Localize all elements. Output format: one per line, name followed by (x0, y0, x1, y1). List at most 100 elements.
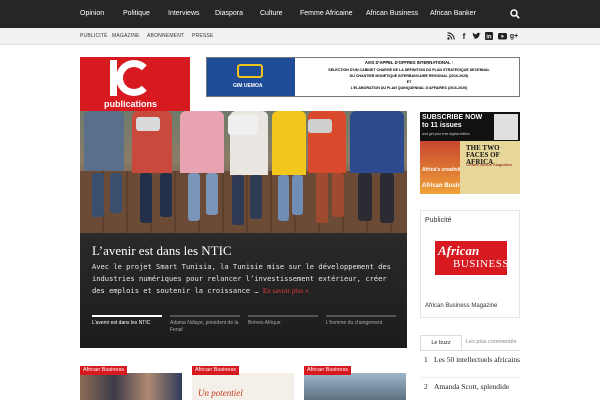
hero-photo-leg (160, 173, 172, 217)
category-tag[interactable]: African Business (304, 366, 351, 375)
ad-line-2: SELECTION D'UN CABINET CHARGE DE LA DEFI… (328, 68, 490, 72)
ad-line-4: ET (406, 80, 412, 84)
logo-text-top: African (438, 243, 480, 258)
hero-photo-person (272, 111, 306, 175)
buzz-item[interactable]: 2 Amanda Scott, splendide (420, 382, 520, 392)
subscribe-device-image (494, 114, 518, 140)
magazine-cover-1: Africa's creativity African Business (420, 141, 471, 194)
buzz-item-title[interactable]: Les 50 intellectuels africains (434, 355, 520, 364)
nav-item-diaspora[interactable]: Diaspora (215, 0, 243, 28)
nav-item-opinion[interactable]: Opinion (80, 0, 104, 28)
subnav-item-publicite[interactable]: Publicité (80, 28, 108, 45)
subnav-item-abonnement[interactable]: Abonnement (147, 28, 184, 45)
tab-divider (420, 350, 520, 351)
hero-tab-1[interactable]: L’avenir est dans les NTIC (92, 315, 162, 345)
african-business-logo[interactable]: African BUSINESS (435, 241, 509, 275)
hero-photo-leg (380, 173, 394, 223)
hero-photo-leg (140, 173, 152, 223)
hero-photo-tablet (308, 119, 332, 133)
tender-ad-banner[interactable]: GIM UEMOA AVIS D'APPEL D'OFFRES INTERNAT… (206, 57, 520, 97)
ic-publications-logo[interactable]: publications (80, 57, 190, 112)
nav-item-interviews[interactable]: Interviews (168, 0, 200, 28)
nav-item-politique[interactable]: Politique (123, 0, 150, 28)
svg-text:in: in (486, 35, 492, 40)
magazine-cover-text: Africa's creativity (422, 167, 464, 173)
ad-line-1: AVIS D'APPEL D'OFFRES INTERNATIONAL : (364, 60, 454, 65)
read-more-link[interactable]: En savoir plus » (263, 287, 309, 295)
buzz-widget: Le buzz Les plus commentés 1 Les 50 inte… (420, 335, 520, 400)
top-nav: Opinion Politique Interviews Diaspora Cu… (0, 0, 600, 28)
buzz-item[interactable]: 1 Les 50 intellectuels africains (420, 355, 520, 375)
hero-photo-leg (188, 173, 200, 221)
nav-item-african-business[interactable]: African Business (366, 0, 418, 28)
article-card-image[interactable] (304, 373, 406, 400)
hero-tab-3[interactable]: Brèves Afrique (248, 315, 318, 345)
logo-ring-shape (116, 60, 152, 96)
hero-tab-2[interactable]: Adama Ndiaye, président de la Fenaf (170, 315, 240, 345)
article-card-2[interactable]: Un potentiel African Business (192, 366, 294, 400)
publicite-label: Publicité (425, 217, 452, 224)
hero-photo-leg (232, 175, 244, 225)
facebook-icon[interactable]: f (459, 31, 469, 41)
nav-item-african-banker[interactable]: African Banker (430, 0, 476, 28)
nav-item-culture[interactable]: Culture (260, 0, 283, 28)
hero-photo-leg (206, 173, 218, 215)
hero-tabs: L’avenir est dans les NTIC Adama Ndiaye,… (92, 315, 398, 345)
category-tag[interactable]: African Business (192, 366, 239, 375)
list-divider (420, 377, 520, 378)
search-icon[interactable] (510, 9, 520, 19)
hero-tab-label: L’avenir est dans les NTIC (92, 320, 151, 326)
hero-title[interactable]: L’avenir est dans les NTIC (92, 243, 232, 259)
hero-photo-person (350, 111, 404, 173)
hero-photo[interactable] (80, 111, 407, 233)
subnav-item-magazine[interactable]: Magazine (112, 28, 140, 45)
hero-tab-4[interactable]: L’homme du changement (326, 315, 396, 345)
hero-photo-tablet (228, 115, 258, 135)
hero-photo-person (180, 111, 224, 173)
rss-icon[interactable] (446, 31, 456, 41)
hero-tab-label: Brèves Afrique (248, 320, 281, 326)
youtube-icon[interactable] (497, 31, 507, 41)
hero-photo-leg (110, 173, 122, 213)
googleplus-icon[interactable]: g+ (509, 31, 519, 41)
logo-text-bottom: BUSINESS (453, 258, 509, 270)
twitter-icon[interactable] (471, 31, 481, 41)
category-tag[interactable]: African Business (80, 366, 127, 375)
hero-photo-leg (332, 173, 344, 217)
hero-tab-label: Adama Ndiaye, président de la Fenaf (170, 320, 239, 333)
article-card-image[interactable] (80, 373, 182, 400)
hero-description-text: Avec le projet Smart Tunisia, la Tunisie… (92, 262, 391, 295)
buzz-item-title[interactable]: Amanda Scott, splendide (434, 382, 520, 391)
hero-slider[interactable]: L’avenir est dans les NTIC Avec le proje… (80, 111, 407, 348)
gim-uemoa-logo: GIM UEMOA (207, 58, 295, 96)
hero-tab-label: L’homme du changement (326, 320, 383, 326)
hero-description: Avec le projet Smart Tunisia, la Tunisie… (92, 261, 398, 297)
hero-photo-leg (292, 175, 303, 215)
sub-nav: Publicité Magazine Abonnement Presse f i… (0, 28, 600, 45)
ad-line-5: L'ELABORATION DU PLAN QUINQUENNAL D'AFFA… (350, 86, 468, 90)
tab-le-buzz[interactable]: Le buzz (420, 335, 462, 350)
subscribe-subtext: and get your free digital edition (422, 132, 470, 136)
publicite-box: Publicité African BUSINESS African Busin… (420, 210, 520, 318)
hero-photo-leg (278, 175, 289, 221)
hero-photo-person (84, 111, 124, 171)
magazine-cover-subline: Growth versus Stagnation (466, 162, 513, 167)
hero-photo-leg (250, 175, 262, 219)
subscribe-headline: SUBSCRIBE NOW to 11 issues (422, 114, 483, 129)
gim-emblem-icon (237, 64, 263, 78)
subnav-item-presse[interactable]: Presse (192, 28, 214, 45)
hero-photo-leg (92, 173, 104, 217)
tab-plus-commentes[interactable]: Les plus commentés (466, 335, 516, 350)
article-card-3[interactable]: African Business (304, 366, 406, 400)
linkedin-icon[interactable]: in (484, 31, 494, 41)
hero-photo-tablet (136, 117, 160, 131)
hero-photo-leg (358, 173, 372, 221)
article-card-1[interactable]: African Business (80, 366, 182, 400)
hero-photo-leg (316, 173, 328, 223)
gim-brand-text: GIM UEMOA (233, 83, 263, 89)
nav-item-femme-africaine[interactable]: Femme Africaine (300, 0, 353, 28)
buzz-item-number: 1 (424, 355, 428, 364)
subscribe-ad[interactable]: SUBSCRIBE NOW to 11 issues and get your … (420, 112, 520, 194)
publicite-caption[interactable]: African Business Magazine (425, 303, 497, 309)
buzz-item-number: 2 (424, 382, 428, 391)
